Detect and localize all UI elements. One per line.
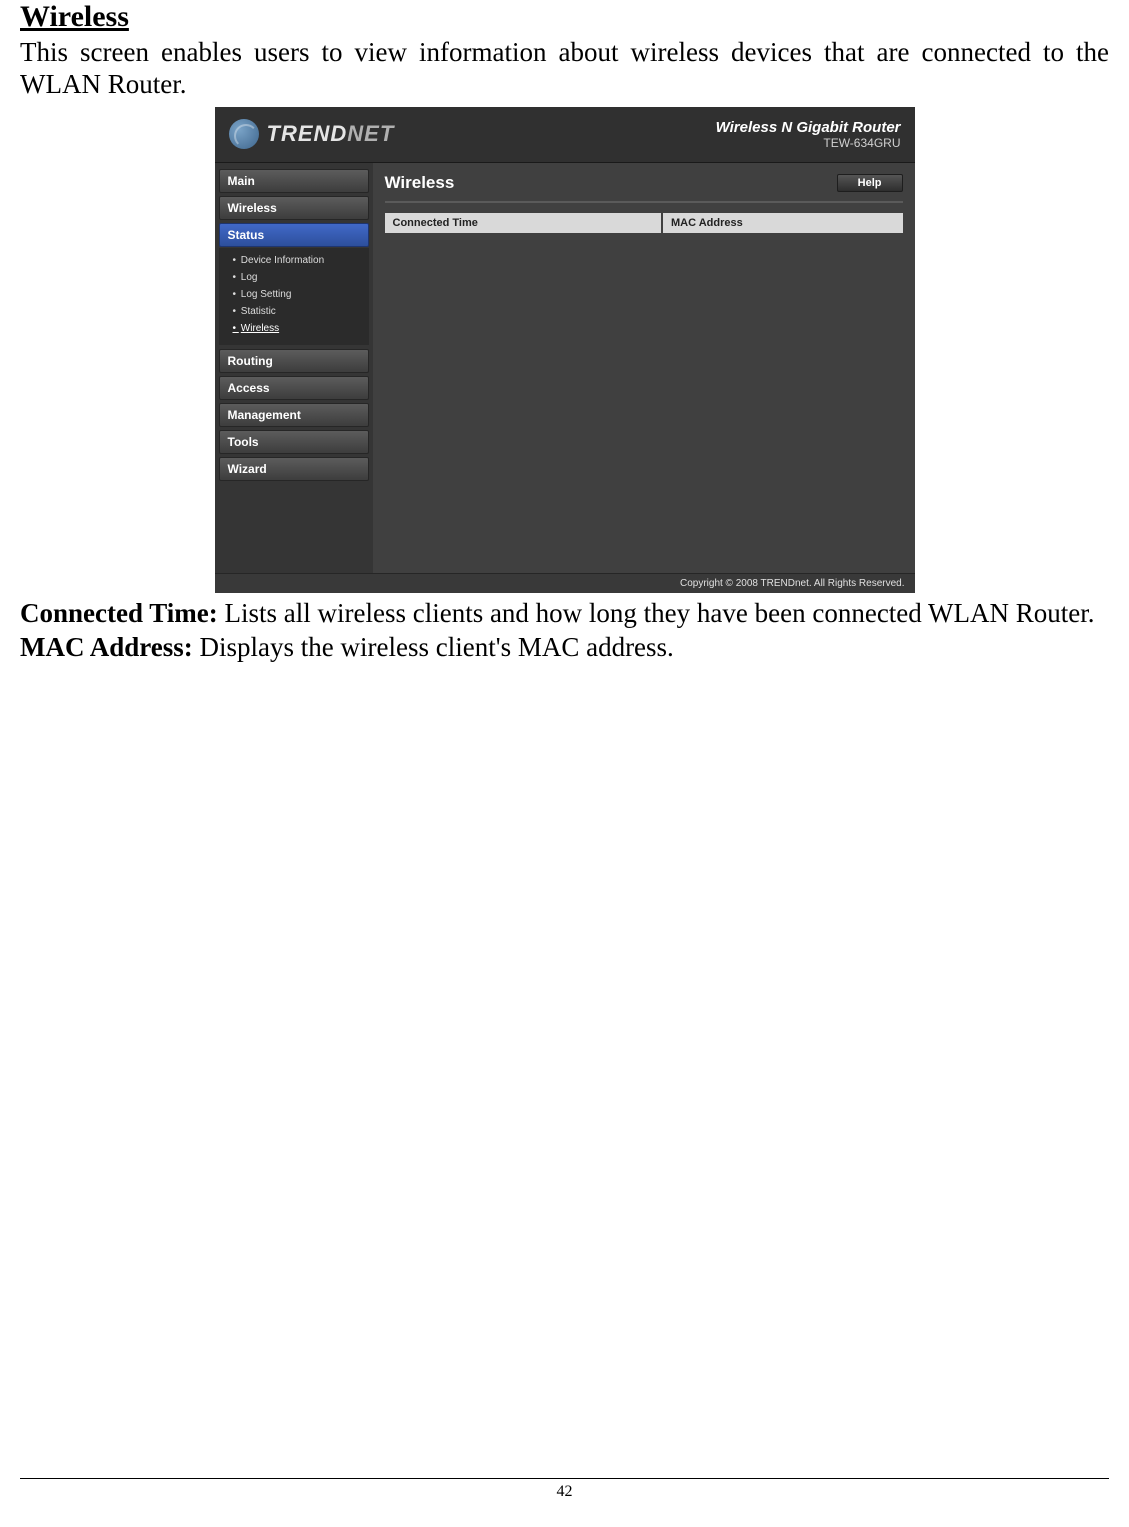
page-number: 42 [0, 1483, 1129, 1501]
help-button[interactable]: Help [837, 174, 903, 192]
intro-paragraph: This screen enables users to view inform… [20, 36, 1109, 101]
panel-copyright: Copyright © 2008 TRENDnet. All Rights Re… [215, 573, 915, 593]
nav-wireless[interactable]: Wireless [219, 196, 369, 220]
content-title: Wireless [385, 173, 455, 193]
brand-logo-icon [229, 119, 259, 149]
nav-status[interactable]: Status [219, 223, 369, 247]
panel-body: Main Wireless Status Device Information … [215, 163, 915, 573]
footer-rule [20, 1478, 1109, 1479]
nav-management[interactable]: Management [219, 403, 369, 427]
panel-header: TRENDNET Wireless N Gigabit Router TEW-6… [215, 107, 915, 163]
th-mac-address: MAC Address [662, 213, 903, 233]
status-submenu: Device Information Log Log Setting Stati… [219, 248, 369, 345]
nav-tools[interactable]: Tools [219, 430, 369, 454]
wireless-clients-table: Connected Time MAC Address [385, 213, 903, 233]
th-connected-time: Connected Time [385, 213, 663, 233]
section-heading: Wireless [20, 0, 1109, 34]
sub-wireless[interactable]: Wireless [219, 320, 369, 337]
sub-log-setting[interactable]: Log Setting [219, 286, 369, 303]
brand-net: NET [347, 121, 394, 146]
nav-wizard[interactable]: Wizard [219, 457, 369, 481]
brand-trend: TREND [267, 121, 348, 146]
sub-statistic[interactable]: Statistic [219, 303, 369, 320]
sidebar-nav: Main Wireless Status Device Information … [215, 163, 373, 573]
text-connected-time: Lists all wireless clients and how long … [218, 598, 1095, 628]
text-mac-address: Displays the wireless client's MAC addre… [193, 632, 674, 662]
content-title-row: Wireless Help [385, 173, 903, 203]
sub-log[interactable]: Log [219, 269, 369, 286]
content-area: Wireless Help Connected Time MAC Address [373, 163, 915, 573]
nav-access[interactable]: Access [219, 376, 369, 400]
term-mac-address: MAC Address: [20, 632, 193, 662]
product-label: Wireless N Gigabit Router TEW-634GRU [716, 119, 901, 150]
router-admin-screenshot: TRENDNET Wireless N Gigabit Router TEW-6… [215, 107, 915, 593]
nav-main[interactable]: Main [219, 169, 369, 193]
term-connected-time: Connected Time: [20, 598, 218, 628]
nav-routing[interactable]: Routing [219, 349, 369, 373]
def-mac-address: MAC Address: Displays the wireless clien… [20, 631, 1109, 663]
sub-device-info[interactable]: Device Information [219, 252, 369, 269]
product-line2: TEW-634GRU [716, 136, 901, 150]
brand-text: TRENDNET [267, 121, 395, 147]
def-connected-time: Connected Time: Lists all wireless clien… [20, 597, 1109, 629]
product-line1: Wireless N Gigabit Router [716, 119, 901, 136]
